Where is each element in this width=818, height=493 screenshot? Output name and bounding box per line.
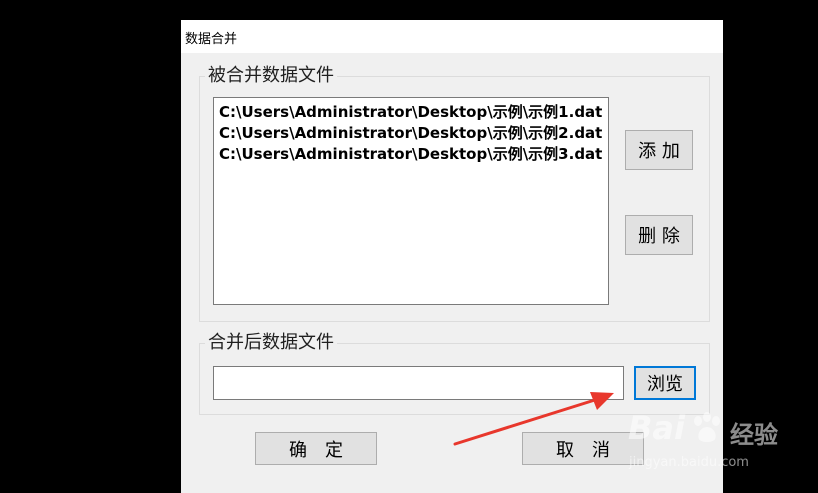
source-files-list[interactable]: C:\Users\Administrator\Desktop\示例\示例1.da… [213,97,609,305]
title-bar[interactable]: 数据合并 [181,20,723,53]
list-item[interactable]: C:\Users\Administrator\Desktop\示例\示例1.da… [219,102,603,123]
list-item[interactable]: C:\Users\Administrator\Desktop\示例\示例3.da… [219,144,603,165]
window-title: 数据合并 [185,32,238,47]
delete-button[interactable]: 删 除 [625,215,693,255]
ok-button[interactable]: 确 定 [255,432,377,465]
target-path-input[interactable] [213,366,624,400]
add-button[interactable]: 添 加 [625,130,693,170]
list-item[interactable]: C:\Users\Administrator\Desktop\示例\示例2.da… [219,123,603,144]
source-files-caption: 被合并数据文件 [205,66,337,86]
target-file-caption: 合并后数据文件 [205,333,337,353]
browse-button[interactable]: 浏览 [634,366,696,400]
cancel-button[interactable]: 取 消 [522,432,644,465]
paw-logo-icon [694,412,720,442]
baidu-watermark: Bai 经验 jingyan.baidu.com [628,405,803,477]
watermark-url: jingyan.baidu.com [629,455,749,470]
watermark-brand-cn: 经验 [730,421,778,449]
watermark-brand: Bai [628,409,685,447]
